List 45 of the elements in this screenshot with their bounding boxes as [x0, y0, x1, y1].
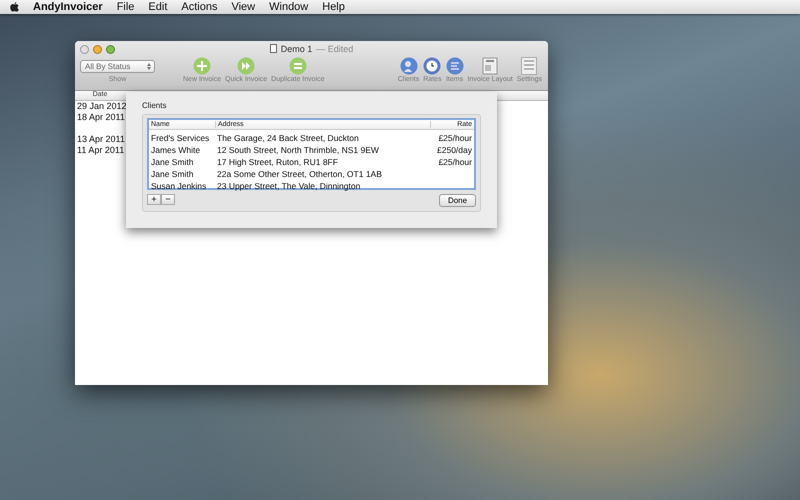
table-cell-text: Jane Smith: [150, 157, 195, 167]
stepper-arrows-icon: [147, 63, 151, 70]
apple-logo-icon[interactable]: [10, 2, 19, 12]
window-title: Demo 1: [280, 44, 312, 54]
document-icon: [270, 44, 277, 53]
fast-forward-icon: [237, 57, 256, 75]
sheet-title: Clients: [142, 101, 168, 110]
table-cell-text: 17 High Street, Ruton, RU1 8FF: [216, 157, 339, 167]
table-cell-text: The Garage, 24 Back Street, Duckton: [216, 133, 360, 143]
menu-item[interactable]: Help: [322, 1, 345, 13]
people-icon: [400, 57, 418, 75]
table-cell-text: 12 South Street, North Thrimble, NS1 9EW: [216, 145, 380, 155]
table-cell-text: 23 Upper Street, The Vale, Dinnington: [216, 181, 362, 191]
date-cell-text: 11 Apr 2011: [76, 145, 125, 156]
add-button[interactable]: +: [147, 194, 161, 205]
close-icon[interactable]: [80, 45, 89, 54]
table-cell-text: James White: [150, 145, 202, 155]
zoom-icon[interactable]: [106, 45, 115, 54]
equals-icon: [288, 57, 307, 75]
clock-icon: [423, 57, 442, 75]
status-filter-dropdown[interactable]: All By Status: [80, 60, 155, 73]
table-cell-text: £25/hour: [437, 157, 473, 167]
table-cell-text: £25/hour: [437, 133, 473, 143]
menu-item[interactable]: View: [231, 1, 256, 13]
edited-status: — Edited: [316, 44, 354, 54]
document-icon: [482, 57, 498, 75]
menu-item[interactable]: Edit: [148, 1, 168, 13]
minimize-icon[interactable]: [93, 45, 102, 54]
date-cell-text: 29 Jan 2012: [76, 101, 125, 112]
menu-item[interactable]: Window: [269, 1, 308, 13]
menu-item[interactable]: Actions: [181, 1, 218, 13]
table-cell-text: Susan Jenkins: [150, 181, 208, 191]
remove-button[interactable]: −: [161, 194, 175, 205]
table-cell-text: 22a Some Other Street, Otherton, OT1 1AB: [216, 169, 383, 179]
menu-item[interactable]: File: [116, 1, 134, 13]
table-cell-text: £250/day: [436, 145, 473, 155]
done-button[interactable]: Done: [439, 194, 476, 207]
date-cell-text: 18 Apr 2011: [76, 112, 125, 123]
plus-icon: [193, 57, 212, 75]
list-settings-icon: [521, 57, 538, 75]
list-icon: [446, 57, 464, 75]
table-cell-text: Jane Smith: [150, 169, 195, 179]
table-cell-text: Fred's Services: [150, 133, 210, 143]
app-menu[interactable]: AndyInvoicer: [33, 1, 103, 13]
date-cell-text: 13 Apr 2011: [76, 134, 125, 145]
